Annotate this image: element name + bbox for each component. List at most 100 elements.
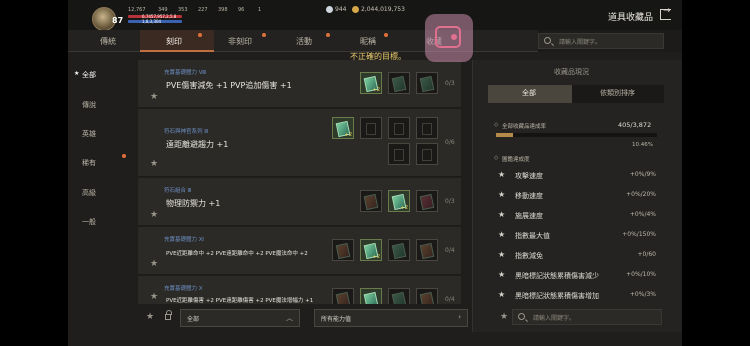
- stat-7: 1: [258, 7, 262, 13]
- stat-row-attack-speed[interactable]: ★ 攻擊速度 +0%/9%: [498, 170, 662, 188]
- stat-row-dark-mark-reduction[interactable]: ★ 黑暗標記狀態累積傷害減少 +0%/10%: [498, 270, 662, 288]
- currency-a: 944: [326, 6, 346, 13]
- collection-list[interactable]: 充實基礎體力 Ⅷ PVE傷害減免 +1 PVP追加傷害 +1 ★ +2 0/3 …: [138, 60, 461, 304]
- item-slot[interactable]: +2: [360, 72, 382, 94]
- star-icon[interactable]: ★: [150, 292, 158, 302]
- item-slot[interactable]: [360, 190, 382, 212]
- stat-row-cast-speed[interactable]: ★ 施展速度 +0%/4%: [498, 210, 662, 228]
- tab-engraved[interactable]: 刻印: [166, 36, 182, 47]
- stat-label: 攻擊速度: [515, 172, 543, 180]
- star-icon[interactable]: ★: [150, 210, 158, 220]
- toggle-all[interactable]: 全部: [522, 88, 536, 98]
- item-slot[interactable]: [332, 239, 354, 261]
- ability-filter-select[interactable]: 所有能力值 ›: [314, 309, 468, 327]
- list-item[interactable]: 符石組合 Ⅲ 物理防禦力 +1 ★ +2 0/3: [138, 178, 461, 226]
- currency-b: 2,044,019,753: [352, 6, 405, 13]
- category-normal[interactable]: 一般: [82, 217, 96, 227]
- item-slot[interactable]: [416, 117, 438, 139]
- card-icon: [419, 75, 435, 93]
- item-slot[interactable]: [416, 288, 438, 304]
- search-icon: [544, 37, 551, 44]
- row-effect: PVE近距離命中 +2 PVE遠距離命中 +2 PVE魔法命中 +2: [166, 251, 308, 257]
- row-set-name: 符石與神官系列 Ⅲ: [164, 129, 209, 135]
- item-slot[interactable]: [388, 239, 410, 261]
- star-icon[interactable]: ★: [150, 159, 158, 169]
- stat-label: 施展速度: [515, 212, 543, 220]
- list-item[interactable]: 符石與神官系列 Ⅲ 遠距離避趨力 +1 ★ +2 0/6: [138, 109, 461, 177]
- grade-filter-select[interactable]: 全部 ︿: [180, 309, 300, 327]
- row-set-name: 充實基礎體力 Ⅷ: [164, 70, 206, 76]
- item-slot[interactable]: [388, 143, 410, 165]
- item-slot[interactable]: [416, 239, 438, 261]
- stat-value: +0%/4%: [629, 211, 656, 218]
- exit-icon[interactable]: [660, 6, 671, 20]
- chevron-down-icon[interactable]: ◇: [494, 122, 498, 128]
- star-icon[interactable]: ★: [150, 92, 158, 102]
- row-count: 0/4: [445, 296, 455, 303]
- item-slot[interactable]: [388, 288, 410, 304]
- stat-label: 黑暗標記狀態累積傷害增加: [515, 292, 599, 300]
- category-all[interactable]: 全部: [82, 70, 96, 80]
- status-heading: 收藏品現況: [554, 68, 589, 76]
- screen-record-icon: [435, 26, 461, 48]
- stat-value: +0%/9%: [629, 171, 656, 178]
- star-icon: ★: [74, 70, 80, 77]
- stat-value: +0%/10%: [626, 271, 656, 278]
- coin-icon: [352, 6, 359, 13]
- tab-nickname[interactable]: 昵稱: [360, 36, 376, 47]
- stat-value: +0%/20%: [626, 191, 656, 198]
- stat-row-move-speed[interactable]: ★ 移動速度 +0%/20%: [498, 190, 662, 208]
- tab-non-engraved[interactable]: 非刻印: [228, 36, 252, 47]
- list-item[interactable]: 充實基礎體力 Ⅷ PVE傷害減免 +1 PVP追加傷害 +1 ★ +2 0/3: [138, 60, 461, 108]
- category-hero[interactable]: 英雄: [82, 129, 96, 139]
- stat-row-dark-mark-increase[interactable]: ★ 黑暗標記狀態累積傷害增加 +0%/3%: [498, 290, 662, 308]
- currency-a-value: 944: [335, 6, 347, 13]
- item-slot[interactable]: [388, 117, 410, 139]
- favorite-filter-star-icon[interactable]: ★: [146, 312, 154, 322]
- card-icon: [391, 242, 407, 260]
- star-icon: ★: [498, 250, 506, 259]
- card-icon: [419, 242, 435, 260]
- card-icon: [335, 291, 351, 304]
- screen-record-overlay[interactable]: [425, 14, 473, 62]
- row-count: 0/4: [445, 247, 455, 254]
- stat-4: 227: [198, 7, 208, 13]
- chevron-down-icon[interactable]: ◇: [494, 155, 498, 161]
- search-input[interactable]: 請輸入關鍵字。: [538, 33, 664, 49]
- item-slot[interactable]: [416, 72, 438, 94]
- category-rare[interactable]: 稀有: [82, 158, 96, 168]
- item-slot[interactable]: +2: [388, 190, 410, 212]
- armor-icon: [422, 123, 432, 135]
- lock-icon[interactable]: [165, 310, 172, 320]
- item-slot[interactable]: +2: [332, 117, 354, 139]
- item-slot[interactable]: [360, 117, 382, 139]
- row-effect: 遠距離避趨力 +1: [166, 140, 229, 149]
- achievement-label: 全部收藏品達成率: [502, 124, 547, 130]
- category-legend[interactable]: 傳說: [82, 100, 96, 110]
- stat-value: +0%/150%: [622, 231, 656, 238]
- item-slot[interactable]: [332, 288, 354, 304]
- item-slot[interactable]: [360, 288, 382, 304]
- ability-filter-value: 所有能力值: [321, 316, 352, 323]
- list-item[interactable]: 充實基礎體力 Ⅺ PVE近距離命中 +2 PVE遠距離命中 +2 PVE魔法命中…: [138, 227, 461, 275]
- card-icon: [391, 291, 407, 304]
- row-count: 0/3: [445, 198, 455, 205]
- armor-icon: [394, 149, 404, 161]
- list-item[interactable]: 充實基礎體力 Ⅹ PVE近距離傷害 +2 PVE遠距離傷害 +2 PVE魔法增幅…: [138, 276, 461, 304]
- item-slot[interactable]: [416, 190, 438, 212]
- stat-row-index-reduction[interactable]: ★ 指數減免 +0/60: [498, 250, 662, 268]
- stats-search-input[interactable]: 請輸入關鍵字。: [512, 309, 662, 325]
- tab-event[interactable]: 活動: [296, 36, 312, 47]
- item-slot[interactable]: +2: [360, 239, 382, 261]
- star-icon[interactable]: ★: [150, 259, 158, 269]
- category-advanced[interactable]: 高級: [82, 188, 96, 198]
- item-slot[interactable]: [416, 143, 438, 165]
- toggle-by-category[interactable]: 依類別排序: [600, 88, 635, 98]
- row-effect: 物理防禦力 +1: [166, 199, 221, 208]
- item-slot[interactable]: [388, 72, 410, 94]
- stat-value: +0%/3%: [629, 291, 656, 298]
- favorite-filter-star-icon[interactable]: ★: [500, 312, 508, 322]
- tab-traditional[interactable]: 傳統: [100, 36, 116, 47]
- stat-row-max-index[interactable]: ★ 指數最大值 +0%/150%: [498, 230, 662, 248]
- row-set-name: 充實基礎體力 Ⅺ: [164, 237, 204, 243]
